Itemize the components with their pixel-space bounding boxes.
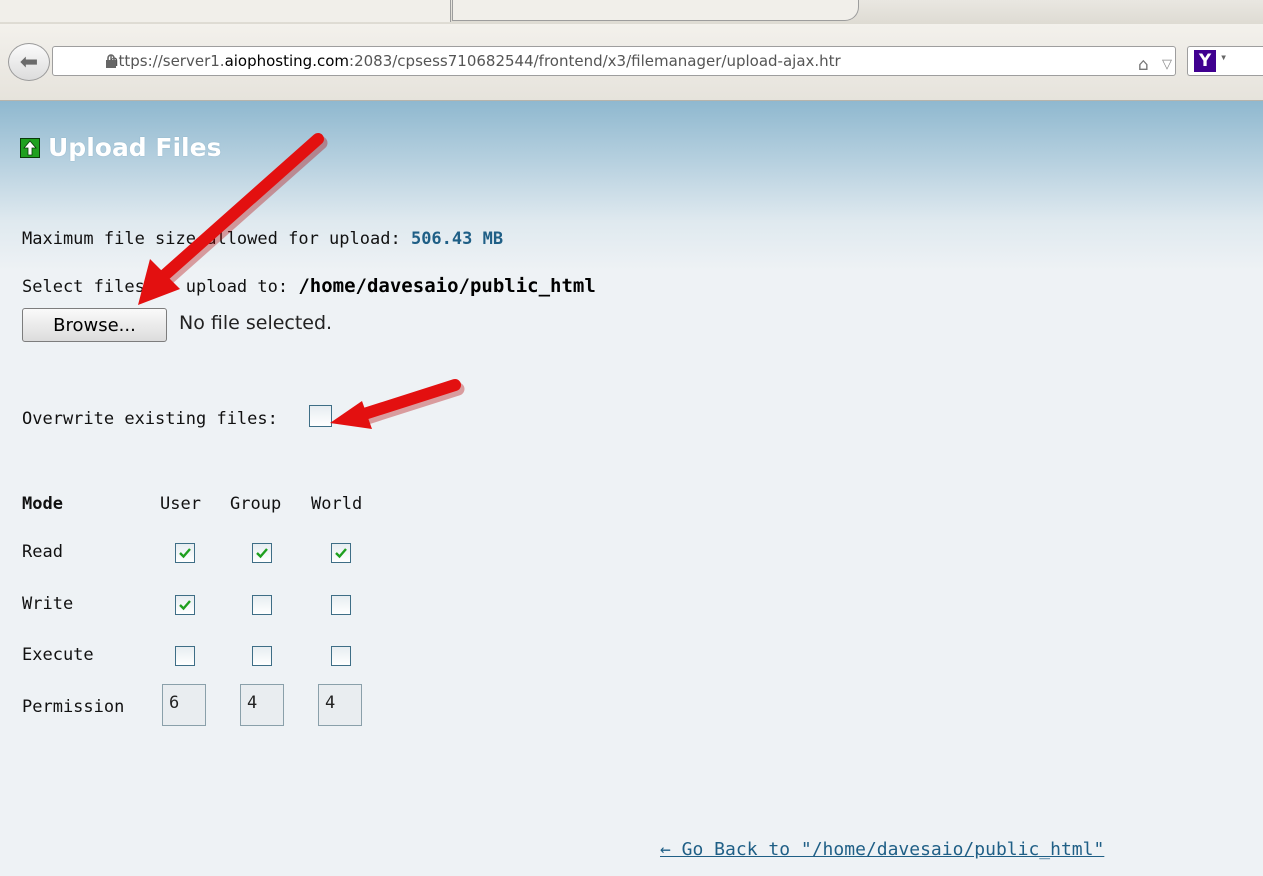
mode-header: Mode: [22, 494, 63, 514]
execute-group-checkbox[interactable]: [252, 646, 272, 666]
read-user-checkbox[interactable]: [175, 543, 195, 563]
write-user-checkbox[interactable]: [175, 595, 195, 615]
yahoo-icon: Y: [1194, 50, 1216, 72]
history-dropdown-icon[interactable]: ▽: [1162, 51, 1172, 75]
checkmark-icon: [179, 548, 191, 559]
permission-group-value: 4: [240, 684, 284, 726]
read-world-checkbox[interactable]: [331, 543, 351, 563]
search-engine-selector[interactable]: Y ▾: [1187, 46, 1263, 76]
checkmark-icon: [179, 600, 191, 611]
checkmark-icon: [335, 548, 347, 559]
permission-label: Permission: [22, 697, 125, 717]
read-label: Read: [22, 542, 63, 562]
tab-inactive[interactable]: [452, 0, 859, 21]
navigation-bar: ⬅ https://server1.aiophosting.com:2083/c…: [0, 24, 1263, 101]
back-arrow-icon: ⬅: [19, 49, 39, 75]
world-header: World: [311, 494, 363, 514]
url-prefix: https://server1.: [109, 52, 225, 70]
tab-strip: [0, 0, 1263, 25]
url-suffix: :2083/cpsess710682544/frontend/x3/filema…: [349, 52, 841, 70]
address-bar[interactable]: https://server1.aiophosting.com:2083/cps…: [52, 46, 1176, 76]
page-content: Upload Files Maximum file size allowed f…: [0, 101, 1263, 876]
execute-user-checkbox[interactable]: [175, 646, 195, 666]
permission-user-value: 6: [162, 684, 206, 726]
url-domain: aiophosting.com: [224, 52, 350, 70]
home-icon[interactable]: ⌂: [1138, 51, 1149, 75]
group-header: Group: [230, 494, 282, 514]
write-world-checkbox[interactable]: [331, 595, 351, 615]
go-back-link[interactable]: ← Go Back to "/home/davesaio/public_html…: [660, 839, 1104, 860]
annotation-arrow-overwrite: [330, 379, 465, 429]
execute-label: Execute: [22, 645, 94, 665]
write-label: Write: [22, 594, 74, 614]
read-group-checkbox[interactable]: [252, 543, 272, 563]
permission-world-value: 4: [318, 684, 362, 726]
lock-icon: [106, 54, 116, 68]
tab-active[interactable]: [0, 0, 451, 22]
user-header: User: [160, 494, 201, 514]
chevron-down-icon: ▾: [1220, 50, 1228, 64]
back-button[interactable]: ⬅: [8, 43, 50, 81]
checkmark-icon: [256, 548, 268, 559]
write-group-checkbox[interactable]: [252, 595, 272, 615]
execute-world-checkbox[interactable]: [331, 646, 351, 666]
